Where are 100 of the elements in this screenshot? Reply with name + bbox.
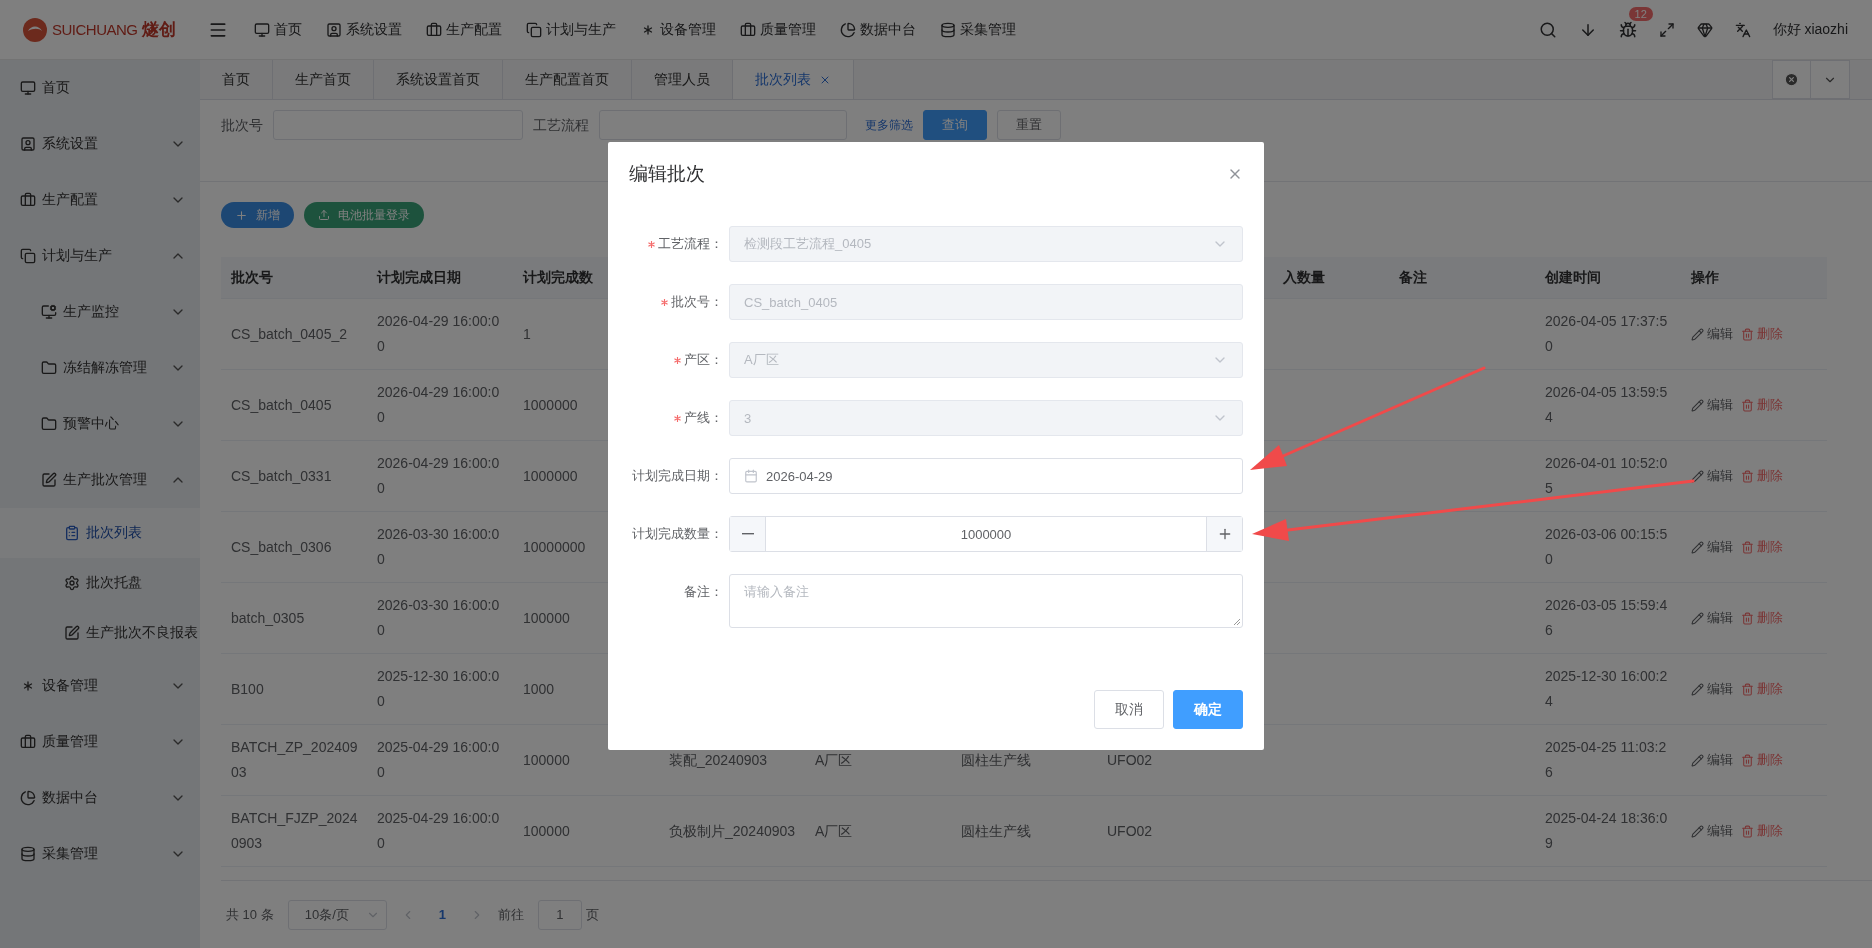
delete-link[interactable]: 删除 bbox=[1741, 822, 1783, 840]
briefcase-icon bbox=[20, 734, 36, 750]
fullscreen-icon[interactable] bbox=[1658, 21, 1675, 38]
sidebar-item[interactable]: 首页 bbox=[0, 60, 200, 116]
field-label: 产区： bbox=[684, 351, 723, 369]
sidebar-item[interactable]: 采集管理 bbox=[0, 826, 200, 882]
edit-link[interactable]: 编辑 bbox=[1691, 467, 1733, 485]
table-cell-text: 2026-03-05 15:59:46 bbox=[1545, 596, 1669, 640]
translate-icon[interactable] bbox=[1734, 21, 1751, 38]
edit-link[interactable]: 编辑 bbox=[1691, 538, 1733, 556]
delete-link[interactable]: 删除 bbox=[1741, 609, 1783, 627]
table-cell-text: 2026-04-29 16:00:00 bbox=[377, 454, 501, 498]
table-cell-text: CS_batch_0405 bbox=[231, 395, 332, 415]
pie-chart-icon bbox=[20, 790, 36, 806]
nav-item[interactable]: 系统设置 bbox=[326, 20, 402, 39]
nav-item[interactable]: 数据中台 bbox=[840, 20, 916, 39]
delete-link[interactable]: 删除 bbox=[1741, 396, 1783, 414]
edit-link[interactable]: 编辑 bbox=[1691, 680, 1733, 698]
sidebar-item[interactable]: 系统设置 bbox=[0, 116, 200, 172]
delete-link[interactable]: 删除 bbox=[1741, 751, 1783, 769]
sidebar-item[interactable]: 生产监控 bbox=[0, 284, 200, 340]
tab[interactable]: 系统设置首页 bbox=[374, 60, 503, 99]
required-icon bbox=[648, 240, 655, 248]
tab[interactable]: 生产首页 bbox=[273, 60, 374, 99]
reset-button[interactable]: 重置 bbox=[997, 110, 1061, 140]
field-label: 产线： bbox=[684, 409, 723, 427]
briefcase-icon bbox=[20, 192, 36, 208]
edit-link[interactable]: 编辑 bbox=[1691, 609, 1733, 627]
sidebar-item[interactable]: 设备管理 bbox=[0, 658, 200, 714]
column-header: 创建时间 bbox=[1545, 268, 1601, 287]
bug-icon[interactable] bbox=[1618, 20, 1637, 39]
sidebar-item[interactable]: 冻结解冻管理 bbox=[0, 340, 200, 396]
delete-link[interactable]: 删除 bbox=[1741, 467, 1783, 485]
nav-item[interactable]: 生产配置 bbox=[426, 20, 502, 39]
sidebar-item[interactable]: 数据中台 bbox=[0, 770, 200, 826]
sidebar-item[interactable]: 生产配置 bbox=[0, 172, 200, 228]
delete-link[interactable]: 删除 bbox=[1741, 680, 1783, 698]
search-icon[interactable] bbox=[1538, 20, 1557, 39]
sidebar-item[interactable]: 质量管理 bbox=[0, 714, 200, 770]
tab[interactable]: 生产配置首页 bbox=[503, 60, 632, 99]
search-button[interactable]: 查询 bbox=[923, 110, 987, 140]
sidebar-item[interactable]: 计划与生产 bbox=[0, 228, 200, 284]
page-suffix: 页 bbox=[585, 905, 599, 924]
edit-icon bbox=[64, 625, 80, 641]
increment-button[interactable] bbox=[1206, 517, 1242, 551]
confirm-button[interactable]: 确定 bbox=[1173, 690, 1243, 729]
nav-item[interactable]: 首页 bbox=[254, 20, 302, 39]
cancel-button[interactable]: 取消 bbox=[1094, 690, 1164, 729]
table-cell-text: B100 bbox=[231, 679, 264, 699]
column-header: 计划完成数 bbox=[523, 268, 593, 287]
filter-label: 工艺流程 bbox=[533, 116, 589, 135]
gear-icon bbox=[64, 575, 80, 591]
field-label: 批次号： bbox=[671, 293, 723, 311]
monitor-icon bbox=[254, 21, 270, 38]
goto-page-input[interactable]: 1 bbox=[537, 899, 582, 930]
required-icon bbox=[674, 356, 681, 364]
table-cell-text: 2026-04-29 16:00:00 bbox=[377, 383, 501, 427]
tab[interactable]: 首页 bbox=[200, 60, 273, 99]
pencil-icon bbox=[1691, 327, 1704, 341]
calendar-icon bbox=[744, 469, 758, 483]
number-field[interactable]: 1000000 bbox=[729, 516, 1243, 552]
plus-icon bbox=[235, 208, 248, 222]
diamond-icon[interactable] bbox=[1696, 21, 1713, 38]
delete-link[interactable]: 删除 bbox=[1741, 538, 1783, 556]
sidebar-item[interactable]: 批次托盘 bbox=[0, 558, 200, 608]
table-cell-text: 1000 bbox=[523, 679, 555, 699]
nav-item[interactable]: 计划与生产 bbox=[526, 20, 616, 39]
nav-item[interactable]: 质量管理 bbox=[740, 20, 816, 39]
sidebar-item[interactable]: 预警中心 bbox=[0, 396, 200, 452]
trash-icon bbox=[1741, 682, 1754, 696]
page-number[interactable]: 1 bbox=[428, 907, 456, 922]
sidebar-item[interactable]: 生产批次不良报表 bbox=[0, 608, 200, 658]
page-size-select[interactable]: 10条/页 bbox=[287, 899, 387, 930]
date-field[interactable]: 2026-04-29 bbox=[729, 458, 1243, 494]
tab[interactable]: 批次列表 bbox=[733, 60, 854, 99]
table-cell-text: A厂区 bbox=[815, 821, 853, 841]
sidebar-item[interactable]: 生产批次管理 bbox=[0, 452, 200, 508]
sidebar-item[interactable]: 批次列表 bbox=[0, 508, 200, 558]
column-header: 操作 bbox=[1691, 268, 1719, 287]
nav-item[interactable]: 设备管理 bbox=[640, 20, 716, 39]
edit-link[interactable]: 编辑 bbox=[1691, 751, 1733, 769]
table-cell-text: 2026-03-30 16:00:00 bbox=[377, 525, 501, 569]
table-cell-text: 2026-04-29 16:00:00 bbox=[377, 312, 501, 356]
pencil-icon bbox=[1691, 682, 1704, 696]
nav-item[interactable]: 采集管理 bbox=[940, 20, 1016, 39]
windows-icon bbox=[20, 248, 36, 264]
textarea-field[interactable]: 请输入备注 bbox=[729, 574, 1243, 628]
more-filters-link[interactable]: 更多筛选 bbox=[865, 110, 913, 140]
delete-link[interactable]: 删除 bbox=[1741, 325, 1783, 343]
user-greeting[interactable]: 你好 xiaozhi bbox=[1772, 20, 1848, 39]
edit-link[interactable]: 编辑 bbox=[1691, 325, 1733, 343]
table-cell-text: UFO02 bbox=[1107, 821, 1153, 841]
edit-link[interactable]: 编辑 bbox=[1691, 822, 1733, 840]
edit-link[interactable]: 编辑 bbox=[1691, 396, 1733, 414]
close-all-icon[interactable] bbox=[1784, 72, 1799, 87]
table-cell-text: 圆柱生产线 bbox=[961, 821, 1031, 841]
table-cell-text: 2025-12-30 16:00:00 bbox=[377, 667, 501, 711]
add-button[interactable]: 新增 bbox=[221, 202, 294, 228]
pencil-icon bbox=[1691, 469, 1704, 483]
import-button[interactable]: 电池批量登录 bbox=[304, 202, 424, 228]
